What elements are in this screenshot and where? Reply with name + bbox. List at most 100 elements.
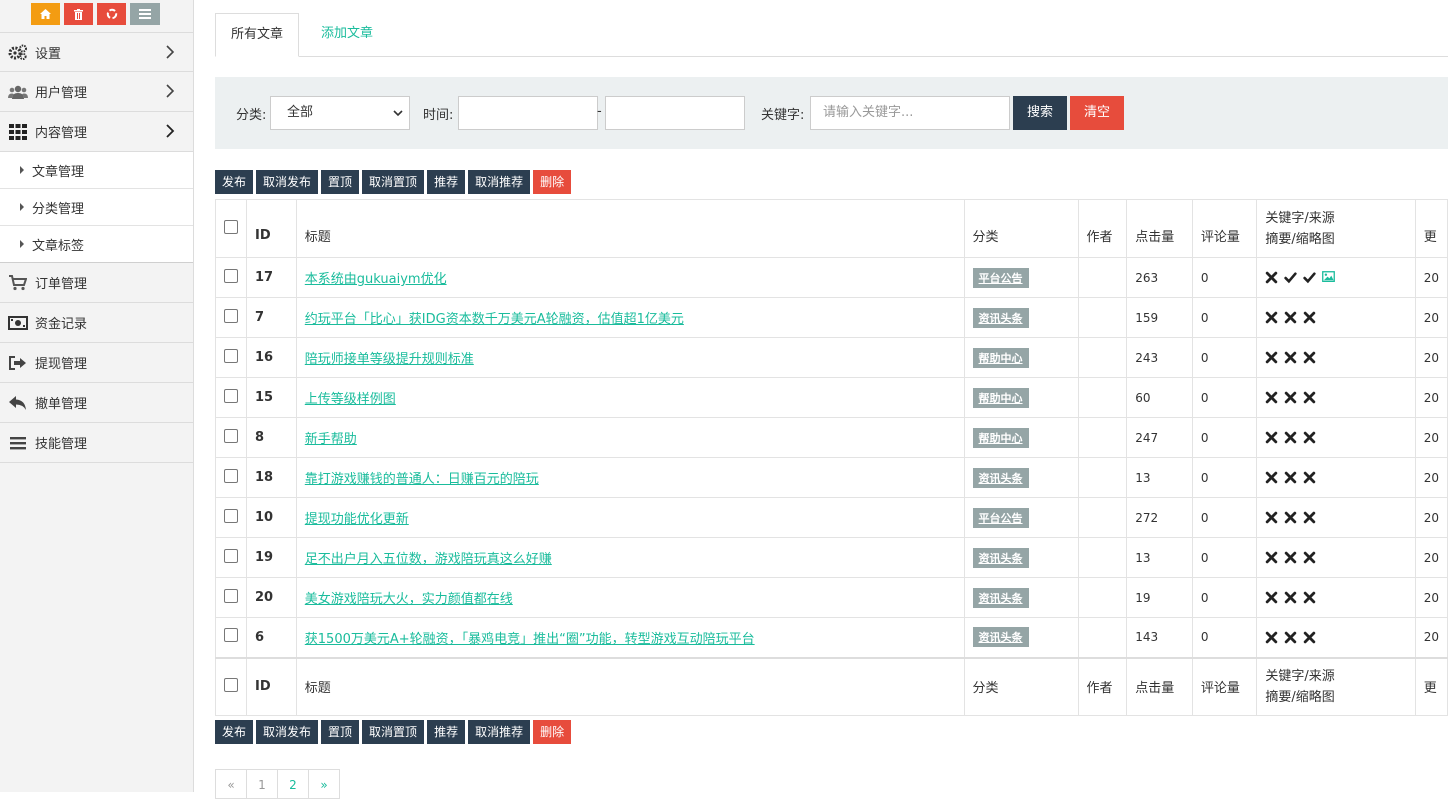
home-icon	[40, 9, 51, 19]
times-icon	[1303, 311, 1316, 324]
row-hits: 13	[1126, 457, 1193, 498]
select-all-checkbox[interactable]	[224, 219, 238, 234]
submenu-articles[interactable]: 文章管理	[0, 152, 193, 189]
footer-keywords: 关键字/来源 摘要/缩略图	[1256, 656, 1416, 716]
publish-button[interactable]: 发布	[215, 170, 254, 194]
row-title-link[interactable]: 足不出户月入五位数，游戏陪玩真这么好赚	[305, 552, 552, 567]
category-badge[interactable]: 帮助中心	[972, 347, 1029, 368]
times-icon	[1284, 351, 1297, 364]
pagination-prev[interactable]: «	[215, 769, 247, 799]
row-comments: 0	[1191, 577, 1258, 618]
header-more: 更	[1414, 199, 1448, 258]
pin-button[interactable]: 置顶	[321, 170, 360, 194]
category-badge[interactable]: 平台公告	[972, 507, 1029, 528]
row-checkbox[interactable]	[224, 268, 238, 283]
row-title-link[interactable]: 靠打游戏赚钱的普通人：日赚百元的陪玩	[305, 472, 539, 487]
quick-buttons	[0, 0, 193, 32]
unpin-button-bottom[interactable]: 取消置顶	[362, 720, 425, 744]
row-checkbox[interactable]	[224, 388, 238, 403]
pagination-page-1[interactable]: 1	[246, 769, 278, 799]
table-header-row: ID 标题 分类 作者 点击量 评论量 关键字/来源 摘要/缩略图 更	[215, 199, 1448, 258]
unpublish-button[interactable]: 取消发布	[256, 170, 319, 194]
category-badge[interactable]: 资讯头条	[972, 587, 1029, 608]
home-button[interactable]	[31, 3, 60, 25]
menu-funds[interactable]: 资金记录	[0, 303, 193, 343]
category-badge[interactable]: 资讯头条	[972, 307, 1029, 328]
trash-icon	[74, 8, 83, 20]
table-footer-row: ID 标题 分类 作者 点击量 评论量 关键字/来源 摘要/缩略图 更	[215, 656, 1448, 716]
table-body: 17 本系统由gukuaiym优化 平台公告 263 0 20 7 约玩平台「比心」获IDG资…	[215, 257, 1448, 658]
select-all-checkbox-footer[interactable]	[224, 677, 238, 692]
menu-orders[interactable]: 订单管理	[0, 263, 193, 303]
category-select[interactable]: 全部	[270, 96, 410, 130]
row-author	[1077, 377, 1128, 418]
cart-icon	[8, 274, 28, 292]
menu-content[interactable]: 内容管理	[0, 112, 193, 152]
submenu-tags[interactable]: 文章标签	[0, 226, 193, 263]
row-title-link[interactable]: 提现功能优化更新	[305, 512, 409, 527]
row-title-link[interactable]: 本系统由gukuaiym优化	[305, 272, 447, 287]
delete-button-bottom[interactable]: 删除	[533, 720, 572, 744]
row-date: 20	[1414, 377, 1448, 418]
category-badge[interactable]: 资讯头条	[972, 627, 1029, 648]
list-button[interactable]	[130, 3, 160, 25]
pagination: « 1 2 »	[215, 769, 340, 799]
row-author	[1077, 577, 1128, 618]
publish-button-bottom[interactable]: 发布	[215, 720, 254, 744]
row-checkbox[interactable]	[224, 548, 238, 563]
menu-skills[interactable]: 技能管理	[0, 423, 193, 463]
menu-withdraw[interactable]: 提现管理	[0, 343, 193, 383]
category-badge[interactable]: 帮助中心	[972, 427, 1029, 448]
row-checkbox-cell	[215, 297, 247, 338]
row-checkbox[interactable]	[224, 468, 238, 483]
row-title-cell: 本系统由gukuaiym优化	[295, 257, 965, 298]
row-checkbox[interactable]	[224, 628, 238, 643]
time-start-input[interactable]	[458, 96, 598, 130]
search-button[interactable]: 搜索	[1013, 96, 1067, 130]
times-icon	[1284, 551, 1297, 564]
menu-cancel-orders-label: 撤单管理	[35, 397, 88, 412]
row-comments: 0	[1191, 377, 1258, 418]
row-title-link[interactable]: 新手帮助	[305, 432, 357, 447]
times-icon	[1265, 351, 1278, 364]
row-checkbox[interactable]	[224, 588, 238, 603]
time-end-input[interactable]	[605, 96, 745, 130]
row-title-link[interactable]: 美女游戏陪玩大火，实力颜值都在线	[305, 592, 513, 607]
recommend-button-bottom[interactable]: 推荐	[427, 720, 466, 744]
row-title-link[interactable]: 获1500万美元A+轮融资，「暴鸡电竞」推出“圈”功能，转型游戏互动陪玩平台	[305, 632, 755, 647]
menu-users[interactable]: 用户管理	[0, 72, 193, 112]
unpublish-button-bottom[interactable]: 取消发布	[256, 720, 319, 744]
category-badge[interactable]: 平台公告	[972, 267, 1029, 288]
category-badge[interactable]: 帮助中心	[972, 387, 1029, 408]
keyword-input[interactable]: 请输入关键字...	[810, 96, 1010, 130]
row-title-link[interactable]: 陪玩师接单等级提升规则标准	[305, 352, 474, 367]
pagination-next[interactable]: »	[308, 769, 340, 799]
category-badge[interactable]: 资讯头条	[972, 547, 1029, 568]
category-badge[interactable]: 资讯头条	[972, 467, 1029, 488]
unpin-button[interactable]: 取消置顶	[362, 170, 425, 194]
menu-settings[interactable]: 设置	[0, 32, 193, 72]
submenu-categories[interactable]: 分类管理	[0, 189, 193, 226]
unrecommend-button-bottom[interactable]: 取消推荐	[468, 720, 531, 744]
pagination-page-2[interactable]: 2	[277, 769, 309, 799]
row-checkbox[interactable]	[224, 348, 238, 363]
clear-button[interactable]: 清空	[1070, 96, 1124, 130]
times-icon	[1265, 431, 1278, 444]
footer-more: 更	[1414, 656, 1448, 716]
tab-all-articles[interactable]: 所有文章	[215, 13, 300, 57]
recycle-button[interactable]	[97, 3, 126, 25]
row-title-link[interactable]: 约玩平台「比心」获IDG资本数千万美元A轮融资，估值超1亿美元	[305, 312, 684, 327]
tab-add-article[interactable]: 添加文章	[306, 13, 388, 56]
recommend-button[interactable]: 推荐	[427, 170, 466, 194]
row-title-link[interactable]: 上传等级样例图	[305, 392, 396, 407]
row-checkbox[interactable]	[224, 428, 238, 443]
menu-cancel-orders[interactable]: 撤单管理	[0, 383, 193, 423]
row-checkbox[interactable]	[224, 508, 238, 523]
row-date: 20	[1414, 457, 1448, 498]
row-id: 18	[246, 457, 297, 498]
pin-button-bottom[interactable]: 置顶	[321, 720, 360, 744]
delete-button[interactable]: 删除	[533, 170, 572, 194]
trash-button[interactable]	[64, 3, 93, 25]
row-checkbox[interactable]	[224, 308, 238, 323]
unrecommend-button[interactable]: 取消推荐	[468, 170, 531, 194]
